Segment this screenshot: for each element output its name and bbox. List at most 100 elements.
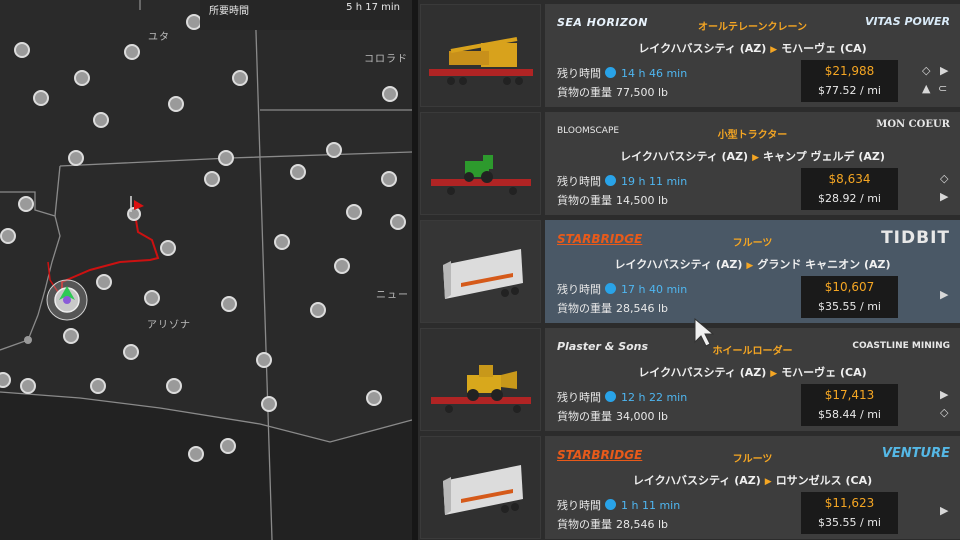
- cargo-thumbnail: [420, 220, 541, 323]
- origin-city: レイクハバスシティ (AZ): [632, 474, 761, 487]
- mouse-cursor-icon: [694, 318, 714, 347]
- origin-city: レイクハバスシティ (AZ): [620, 150, 749, 163]
- cargo-name: 小型トラクター: [717, 130, 788, 141]
- weight-row: 貨物の重量 14,500 lb: [557, 192, 668, 208]
- destination-city: ロサンゼルス (CA): [775, 474, 873, 487]
- cargo-name: フルーツ: [732, 238, 773, 249]
- clock-icon: [605, 175, 616, 186]
- route-time-value: 5 h 17 min: [346, 2, 400, 13]
- payment-box: $10,607 $35.55 / mi: [801, 276, 898, 318]
- crane-trailer-icon: [429, 37, 533, 85]
- clock-icon: [605, 391, 616, 402]
- arrow-right-icon[interactable]: ▶: [940, 64, 948, 77]
- weight-icon: ▲: [922, 82, 931, 95]
- payment-box: $21,988 $77.52 / mi: [801, 60, 898, 102]
- weight-value: 28,546 lb: [616, 302, 669, 315]
- weight-label: 貨物の重量: [557, 194, 612, 207]
- weight-row: 貨物の重量 28,546 lb: [557, 300, 668, 316]
- route-text: レイクハバスシティ (AZ) ▶ ロサンゼルス (CA): [545, 472, 960, 488]
- job-card[interactable]: BLOOMSCAPE MON COEUR 小型トラクター レイクハバスシティ (…: [418, 108, 960, 215]
- cargo-name: オールテレーンクレーン: [698, 22, 807, 33]
- job-info: BLOOMSCAPE MON COEUR 小型トラクター レイクハバスシティ (…: [545, 112, 960, 215]
- payment-total: $21,988: [824, 64, 875, 78]
- arrow-right-icon[interactable]: ▶: [940, 190, 948, 203]
- route-text: レイクハバスシティ (AZ) ▶ モハーヴェ (CA): [545, 364, 960, 380]
- time-left-label: 残り時間: [557, 67, 601, 80]
- time-left-row: 残り時間 17 h 40 min: [557, 281, 687, 297]
- map-panel[interactable]: ユタ コロラド アリゾナ ニュー 所要時間 5 h 17 min: [0, 0, 412, 540]
- origin-city: レイクハバスシティ (AZ): [614, 258, 743, 271]
- origin-city: レイクハバスシティ (AZ): [638, 42, 767, 55]
- destination-city: グランド キャニオン (AZ): [757, 258, 891, 271]
- wheel-loader-trailer-icon: [431, 365, 531, 413]
- map-label-new: ニュー: [376, 290, 409, 301]
- weight-row: 貨物の重量 28,546 lb: [557, 516, 668, 532]
- weight-label: 貨物の重量: [557, 518, 612, 531]
- map-label-utah: ユタ: [148, 32, 170, 43]
- reefer-trailer-icon: [443, 465, 523, 515]
- weight-value: 14,500 lb: [616, 194, 669, 207]
- payment-total: $11,623: [824, 496, 875, 510]
- weight-row: 貨物の重量 77,500 lb: [557, 84, 668, 100]
- time-left-label: 残り時間: [557, 175, 601, 188]
- route-arrow-icon: ▶: [770, 369, 778, 379]
- map-graphics: [0, 0, 412, 540]
- payment-box: $17,413 $58.44 / mi: [801, 384, 898, 426]
- time-left-label: 残り時間: [557, 391, 601, 404]
- job-info: STARBRIDGE TIDBIT フルーツ レイクハバスシティ (AZ) ▶ グラ…: [545, 220, 960, 323]
- route-arrow-icon: ▶: [752, 153, 759, 163]
- destination-city: モハーヴェ (CA): [781, 42, 867, 55]
- job-card[interactable]: Plaster & Sons COASTLINE MINING ホイールローダー…: [418, 324, 960, 431]
- job-info: STARBRIDGE VENTURE フルーツ レイクハバスシティ (AZ) ▶ ロ…: [545, 436, 960, 539]
- payment-box: $11,623 $35.55 / mi: [801, 492, 898, 534]
- route-arrow-icon: ▶: [764, 477, 772, 487]
- payment-per-mile: $35.55 / mi: [818, 300, 881, 313]
- time-left-label: 残り時間: [557, 499, 601, 512]
- route-text: レイクハバスシティ (AZ) ▶ モハーヴェ (CA): [545, 40, 960, 56]
- job-card[interactable]: SEA HORIZON VITAS POWER オールテレーンクレーン レイクハ…: [418, 0, 960, 107]
- time-left-value: 17 h 40 min: [621, 283, 688, 296]
- payment-per-mile: $58.44 / mi: [818, 408, 881, 421]
- origin-city: レイクハバスシティ (AZ): [638, 366, 767, 379]
- payment-per-mile: $28.92 / mi: [818, 192, 881, 205]
- job-list[interactable]: SEA HORIZON VITAS POWER オールテレーンクレーン レイクハ…: [418, 0, 960, 540]
- route-text: レイクハバスシティ (AZ) ▶ グランド キャニオン (AZ): [545, 256, 960, 272]
- time-left-value: 14 h 46 min: [621, 67, 688, 80]
- time-left-value: 12 h 22 min: [621, 391, 688, 404]
- coupling-icon: ⊂: [938, 82, 948, 95]
- map-label-colorado: コロラド: [364, 54, 408, 65]
- route-text: レイクハバスシティ (AZ) ▶ キャンプ ヴェルデ (AZ): [545, 148, 960, 164]
- route-arrow-icon: ▶: [770, 45, 778, 55]
- reefer-trailer-icon: [443, 249, 523, 299]
- time-left-value: 1 h 11 min: [621, 499, 681, 512]
- weight-row: 貨物の重量 34,000 lb: [557, 408, 668, 424]
- payment-total: $10,607: [824, 280, 875, 294]
- cargo-thumbnail: [420, 436, 541, 539]
- cargo-thumbnail: [420, 328, 541, 431]
- arrow-right-icon[interactable]: ▶: [940, 288, 948, 301]
- arrow-right-icon[interactable]: ▶: [940, 388, 948, 401]
- weight-label: 貨物の重量: [557, 302, 612, 315]
- diamond-icon: ◇: [940, 406, 949, 419]
- payment-box: $8,634 $28.92 / mi: [801, 168, 898, 210]
- job-card[interactable]: STARBRIDGE VENTURE フルーツ レイクハバスシティ (AZ) ▶ ロ…: [418, 432, 960, 539]
- time-left-row: 残り時間 1 h 11 min: [557, 497, 680, 513]
- time-left-row: 残り時間 12 h 22 min: [557, 389, 687, 405]
- job-info: Plaster & Sons COASTLINE MINING ホイールローダー…: [545, 328, 960, 431]
- job-card-selected[interactable]: STARBRIDGE TIDBIT フルーツ レイクハバスシティ (AZ) ▶ グラ…: [418, 216, 960, 323]
- clock-icon: [605, 67, 616, 78]
- diamond-icon: ◇: [940, 172, 949, 185]
- arrow-right-icon[interactable]: ▶: [940, 504, 948, 517]
- cargo-thumbnail: [420, 112, 541, 215]
- weight-value: 28,546 lb: [616, 518, 669, 531]
- job-info: SEA HORIZON VITAS POWER オールテレーンクレーン レイクハ…: [545, 4, 960, 107]
- cargo-name: フルーツ: [732, 454, 773, 465]
- payment-total: $8,634: [828, 172, 871, 186]
- payment-total: $17,413: [824, 388, 875, 402]
- time-left-label: 残り時間: [557, 283, 601, 296]
- weight-label: 貨物の重量: [557, 410, 612, 423]
- route-time-box: 所要時間 5 h 17 min: [200, 0, 412, 30]
- game-screen: ユタ コロラド アリゾナ ニュー 所要時間 5 h 17 min SEA HOR…: [0, 0, 960, 540]
- cargo-thumbnail: [420, 4, 541, 107]
- weight-value: 34,000 lb: [616, 410, 669, 423]
